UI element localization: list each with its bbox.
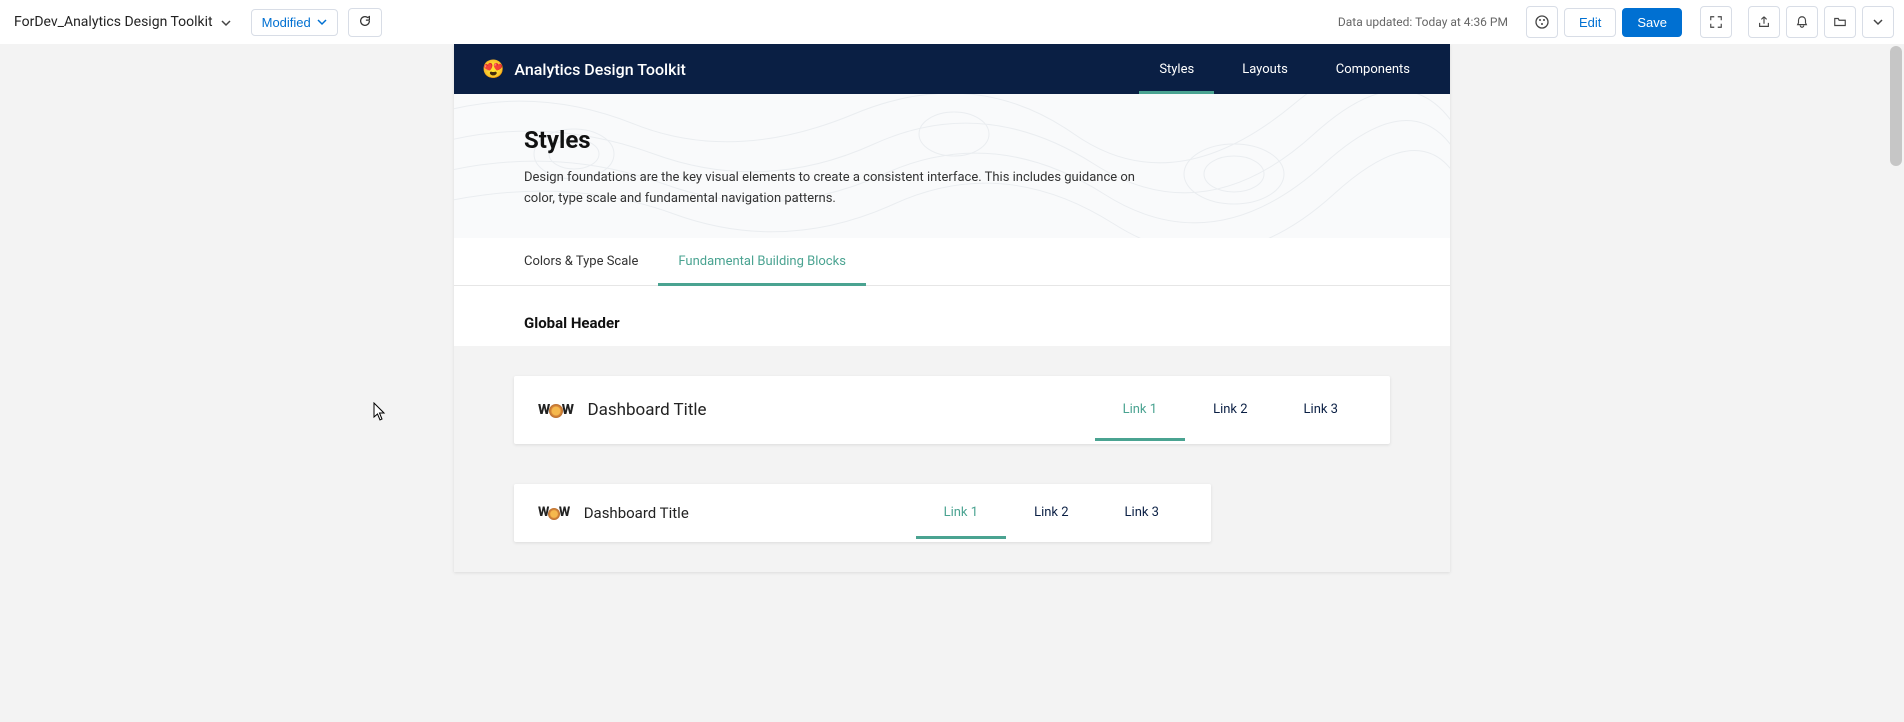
nav-components[interactable]: Components xyxy=(1336,45,1410,94)
wow-logo-icon: WW xyxy=(538,505,570,520)
example-link-3[interactable]: Link 3 xyxy=(1276,378,1366,441)
example-header-title: WW Dashboard Title xyxy=(538,400,707,420)
page-description: Design foundations are the key visual el… xyxy=(524,168,1144,210)
modified-status-button[interactable]: Modified xyxy=(251,9,338,36)
toolbar-right-group xyxy=(1694,6,1894,38)
tab-fundamental-building-blocks[interactable]: Fundamental Building Blocks xyxy=(678,238,846,285)
example-header-nav-small: Link 1 Link 2 Link 3 xyxy=(916,486,1187,539)
bell-icon xyxy=(1795,15,1809,29)
folder-button[interactable] xyxy=(1824,6,1856,38)
example-header-large: WW Dashboard Title Link 1 Link 2 Link 3 xyxy=(514,376,1390,444)
color-theme-button[interactable] xyxy=(1526,6,1558,38)
example-title-text: Dashboard Title xyxy=(587,400,706,420)
expand-icon xyxy=(1709,15,1723,29)
section-global-header-title: Global Header xyxy=(454,286,1450,346)
doc-menu-chevron-down-icon[interactable] xyxy=(221,13,231,32)
hero-section: Styles Design foundations are the key vi… xyxy=(454,94,1450,238)
dashboard-global-header: 😍 Analytics Design Toolkit Styles Layout… xyxy=(454,44,1450,94)
edit-button[interactable]: Edit xyxy=(1564,8,1616,37)
dashboard-preview: 😍 Analytics Design Toolkit Styles Layout… xyxy=(454,44,1450,572)
document-title: ForDev_Analytics Design Toolkit xyxy=(10,14,213,30)
wow-logo-icon: WW xyxy=(538,402,573,418)
more-menu-button[interactable] xyxy=(1862,6,1894,38)
example-header-nav: Link 1 Link 2 Link 3 xyxy=(1095,378,1366,441)
refresh-icon xyxy=(358,14,372,28)
cursor-icon xyxy=(373,402,387,422)
dashboard-header-title: 😍 Analytics Design Toolkit xyxy=(482,59,686,80)
save-button[interactable]: Save xyxy=(1622,8,1682,37)
nav-layouts[interactable]: Layouts xyxy=(1242,45,1288,94)
example-small-link-2[interactable]: Link 2 xyxy=(1006,486,1096,539)
modified-label: Modified xyxy=(262,15,311,30)
example-link-2[interactable]: Link 2 xyxy=(1185,378,1275,441)
example-header-small: WW Dashboard Title Link 1 Link 2 Link 3 xyxy=(514,484,1211,542)
doc-title-group: ForDev_Analytics Design Toolkit xyxy=(10,13,231,32)
share-button[interactable] xyxy=(1748,6,1780,38)
examples-area: WW Dashboard Title Link 1 Link 2 Link 3 … xyxy=(454,346,1450,572)
notifications-button[interactable] xyxy=(1786,6,1818,38)
subtabs: Colors & Type Scale Fundamental Building… xyxy=(454,238,1450,286)
dashboard-header-nav: Styles Layouts Components xyxy=(1159,45,1422,94)
page-title: Styles xyxy=(524,126,1380,154)
palette-icon xyxy=(1534,14,1550,30)
example-header-title-small: WW Dashboard Title xyxy=(538,504,689,522)
heart-eyes-emoji-icon: 😍 xyxy=(482,59,504,80)
folder-icon xyxy=(1833,15,1847,29)
example-small-link-1[interactable]: Link 1 xyxy=(916,486,1006,539)
vertical-scrollbar[interactable] xyxy=(1890,46,1902,166)
chevron-down-icon xyxy=(1873,17,1883,27)
refresh-button[interactable] xyxy=(348,8,382,37)
chevron-down-icon xyxy=(317,17,327,27)
app-toolbar: ForDev_Analytics Design Toolkit Modified… xyxy=(0,0,1904,44)
example-small-link-3[interactable]: Link 3 xyxy=(1097,486,1187,539)
canvas-area: 😍 Analytics Design Toolkit Styles Layout… xyxy=(0,44,1904,722)
data-updated-text: Data updated: Today at 4:36 PM xyxy=(1338,15,1508,29)
nav-styles[interactable]: Styles xyxy=(1159,45,1194,94)
example-link-1[interactable]: Link 1 xyxy=(1095,378,1185,441)
fullscreen-button[interactable] xyxy=(1700,6,1732,38)
example-title-text-small: Dashboard Title xyxy=(584,504,689,522)
dashboard-title-text: Analytics Design Toolkit xyxy=(514,60,685,79)
share-icon xyxy=(1757,15,1771,29)
tab-colors-type-scale[interactable]: Colors & Type Scale xyxy=(524,238,638,285)
